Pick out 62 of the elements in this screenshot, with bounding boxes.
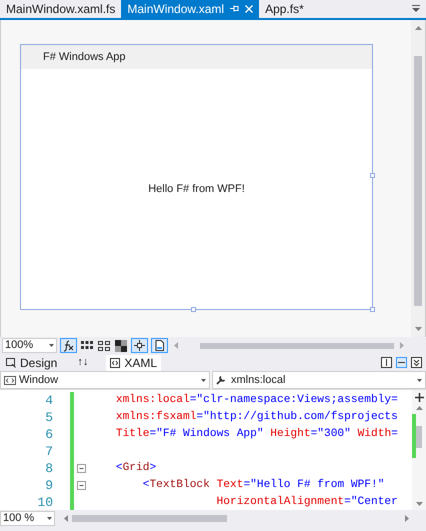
split-vertical-icon[interactable] [381,357,392,368]
code-line: xmlns:local="clr-namespace:Views;assembly= [114,392,398,408]
vertical-scrollbar[interactable] [412,390,426,510]
code-line: xmlns:fsxaml="http://github.com/fsprojects [114,410,398,426]
document-icon[interactable] [151,338,168,353]
document-tab[interactable]: MainWindow.xaml.fs [0,0,122,18]
line-number: 9 [44,476,54,495]
wrench-icon [216,375,226,385]
scroll-right-icon[interactable] [405,515,409,522]
collapse-icon[interactable] [76,481,86,490]
line-number: 6 [44,426,54,444]
scroll-down-icon[interactable] [414,327,422,331]
window-content-text: Hello F# from WPF! [148,182,245,197]
pin-icon[interactable] [230,4,240,13]
scroll-thumb[interactable] [416,426,422,448]
tab-menu-icon[interactable] [412,5,420,13]
code-line: <TextBlock Text="Hello F# from WPF!" [142,478,384,494]
vertical-scrollbar[interactable] [411,20,425,337]
code-icon [110,358,120,368]
snap-icon[interactable] [131,338,148,353]
scroll-up-icon[interactable] [414,26,422,30]
zoom-dropdown[interactable]: 100 % [0,511,55,526]
design-icon [6,358,16,368]
dropdown-arrow-icon [47,517,52,520]
grid-icon[interactable] [97,338,111,352]
resize-handle[interactable] [370,307,375,312]
line-number: 7 [44,442,54,461]
scroll-left-icon[interactable] [174,342,178,349]
view-tab[interactable]: XAML [106,354,162,370]
line-number: 5 [44,408,54,427]
document-tab[interactable]: App.fs* [259,0,310,18]
document-tab[interactable]: MainWindow.xaml [121,0,260,18]
change-marker [412,414,416,458]
line-number: 8 [44,460,54,478]
window-title: F# Windows App [43,50,126,65]
line-number: 10 [36,494,54,510]
zoom-dropdown[interactable]: 100% [2,338,57,353]
split-horizontal-icon[interactable] [396,357,407,368]
checkerboard-icon[interactable] [114,338,128,352]
collapse-icon[interactable] [76,464,86,473]
scroll-up-icon[interactable] [416,406,422,410]
formula-icon[interactable] [60,338,77,353]
dropdown-arrow-icon [49,344,54,347]
member-dropdown[interactable]: xmlns:local [212,371,426,389]
line-number: 4 [44,392,54,410]
close-icon[interactable] [245,4,254,12]
split-handle-icon[interactable] [414,393,424,402]
element-dropdown[interactable]: Window [0,371,210,389]
swap-panes-button[interactable]: ↑↓ [77,354,88,371]
code-line: Title="F# Windows App" Height="300" Width= [114,426,398,442]
collapse-pane-icon[interactable] [411,357,422,368]
scroll-left-icon[interactable] [64,515,68,522]
code-line: <Grid> [114,460,156,476]
view-tab[interactable]: Design [4,354,60,370]
code-icon [4,376,16,384]
scroll-down-icon[interactable] [416,502,422,506]
resize-handle[interactable] [370,173,375,178]
resize-handle[interactable] [191,307,196,312]
dropdown-arrow-icon [201,378,206,382]
code-line: HorizontalAlignment="Center [216,494,398,510]
scroll-right-icon[interactable] [400,342,404,349]
dropdown-arrow-icon [417,378,422,382]
